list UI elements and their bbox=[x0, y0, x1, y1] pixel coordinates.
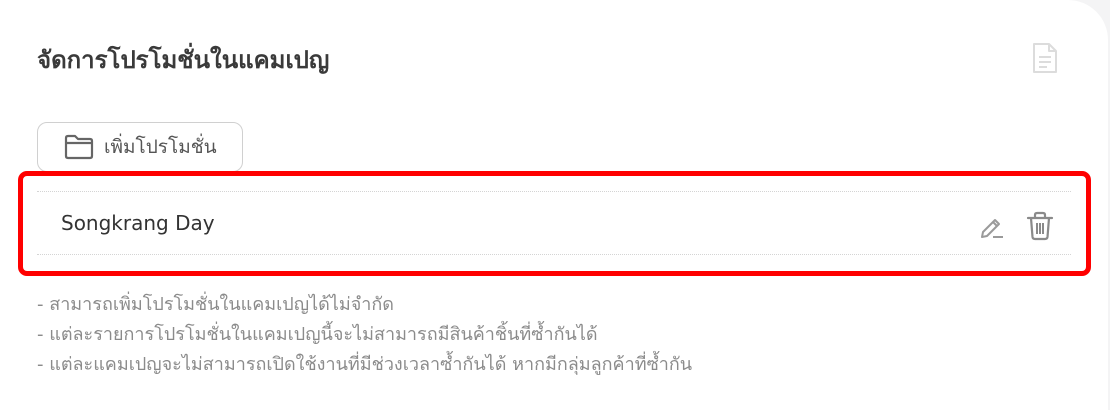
add-promotion-label: เพิ่มโปรโมชั่น bbox=[104, 136, 217, 158]
promotion-list: Songkrang Day bbox=[37, 191, 1071, 255]
document-icon[interactable] bbox=[1031, 42, 1059, 74]
notes-list: - สามารถเพิ่มโปรโมชั่นในแคมเปญได้ไม่จำกั… bbox=[37, 290, 692, 380]
edit-icon[interactable] bbox=[979, 213, 1005, 239]
note-item: - แต่ละแคมเปญจะไม่สามารถเปิดใช้งานที่มีช… bbox=[37, 354, 693, 375]
promotion-name: Songkrang Day bbox=[61, 211, 215, 235]
note-item: - แต่ละรายการโปรโมชั่นในแคมเปญนี้จะไม่สา… bbox=[37, 324, 598, 345]
folder-icon bbox=[64, 134, 94, 160]
promotion-card: จัดการโปรโมชั่นในแคมเปญ เพิ่มโปรโมชั่น S… bbox=[0, 0, 1108, 410]
trash-icon[interactable] bbox=[1025, 211, 1055, 241]
note-item: - สามารถเพิ่มโปรโมชั่นในแคมเปญได้ไม่จำกั… bbox=[37, 294, 394, 315]
add-promotion-button[interactable]: เพิ่มโปรโมชั่น bbox=[37, 122, 243, 172]
page-title: จัดการโปรโมชั่นในแคมเปญ bbox=[37, 46, 330, 74]
